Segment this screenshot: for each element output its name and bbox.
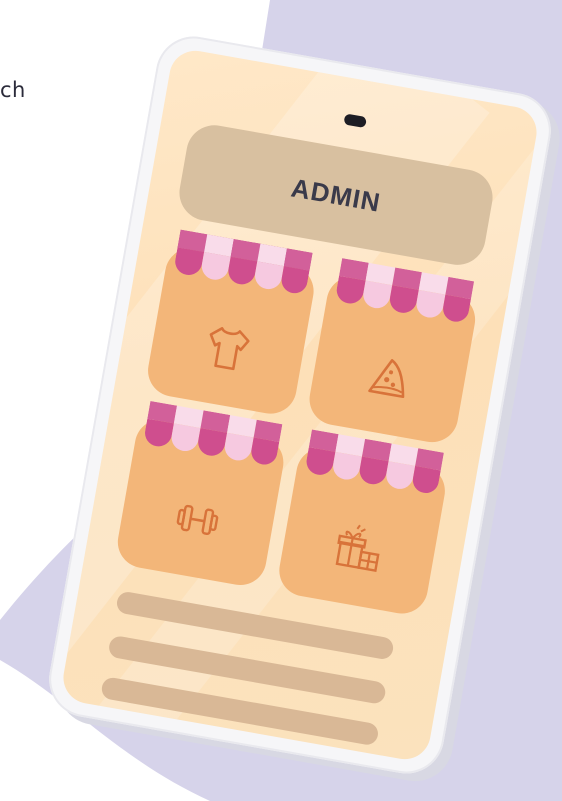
shop-card-food[interactable] (305, 258, 480, 447)
gift-box-icon (335, 524, 380, 572)
t-shirt-icon (209, 327, 250, 371)
shop-card-fitness[interactable] (113, 400, 288, 590)
shop-card-clothing[interactable] (143, 229, 318, 418)
admin-title: ADMIN (289, 171, 384, 218)
shop-card-gifts[interactable] (275, 429, 450, 618)
dumbbell-icon (176, 504, 219, 535)
partial-heading-text: ch (0, 78, 26, 102)
pizza-slice-icon (368, 359, 405, 399)
shop-grid (113, 229, 480, 618)
